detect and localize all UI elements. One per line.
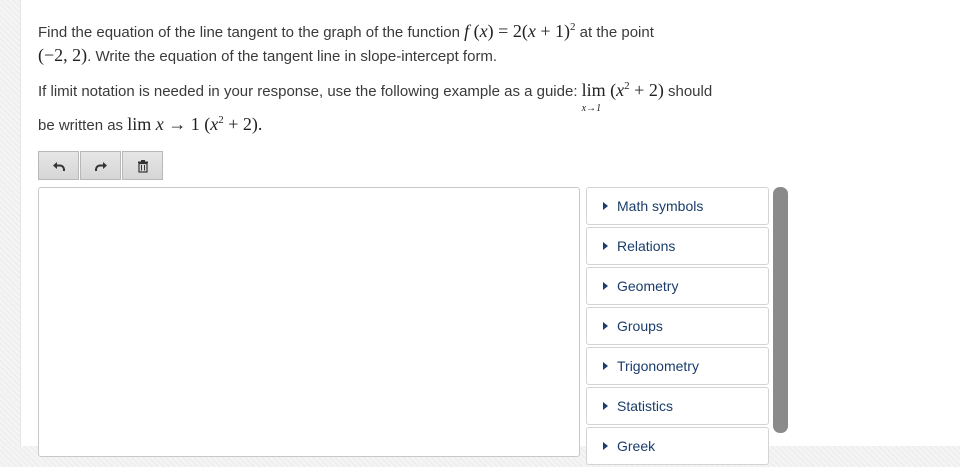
expand-triangle-icon	[603, 442, 608, 450]
limit-example: lim x→1 (x2 + 2)	[582, 80, 664, 114]
function-expression: f (x) = 2(x + 1)2	[464, 21, 576, 41]
question-line-1: Find the equation of the line tangent to…	[38, 21, 654, 41]
palette-math-symbols[interactable]: Math symbols	[586, 187, 769, 225]
expand-triangle-icon	[603, 242, 608, 250]
question-text: Find the equation of the line tangent to…	[38, 24, 465, 41]
expand-triangle-icon	[603, 362, 608, 370]
palette-scrollbar[interactable]	[773, 187, 788, 433]
expand-triangle-icon	[603, 282, 608, 290]
limit-inline-example: lim x → 1 (x2 + 2).	[127, 114, 263, 134]
palette-relations[interactable]: Relations	[586, 227, 769, 265]
question-card: Find the equation of the line tangent to…	[20, 0, 960, 465]
editor-toolbar	[38, 151, 163, 180]
question-line-3: If limit notation is needed in your resp…	[38, 80, 712, 114]
symbol-palette: Math symbols Relations Geometry Groups T…	[586, 187, 769, 467]
answer-input[interactable]	[38, 187, 580, 457]
expand-triangle-icon	[603, 202, 608, 210]
redo-icon	[94, 161, 107, 171]
expand-triangle-icon	[603, 322, 608, 330]
delete-button[interactable]	[122, 151, 163, 180]
expand-triangle-icon	[603, 402, 608, 410]
question-line-4: be written as lim x → 1 (x2 + 2).	[38, 114, 263, 134]
palette-geometry[interactable]: Geometry	[586, 267, 769, 305]
palette-statistics[interactable]: Statistics	[586, 387, 769, 425]
point-expression: (−2, 2)	[38, 45, 88, 65]
palette-trigonometry[interactable]: Trigonometry	[586, 347, 769, 385]
limit-subscript: x→1	[581, 103, 602, 114]
trash-icon	[137, 159, 148, 173]
question-line-2: (−2, 2). Write the equation of the tange…	[38, 45, 498, 65]
redo-button[interactable]	[80, 151, 121, 180]
undo-button[interactable]	[38, 151, 79, 180]
palette-greek[interactable]: Greek	[586, 427, 769, 465]
undo-icon	[52, 161, 65, 171]
palette-groups[interactable]: Groups	[586, 307, 769, 345]
